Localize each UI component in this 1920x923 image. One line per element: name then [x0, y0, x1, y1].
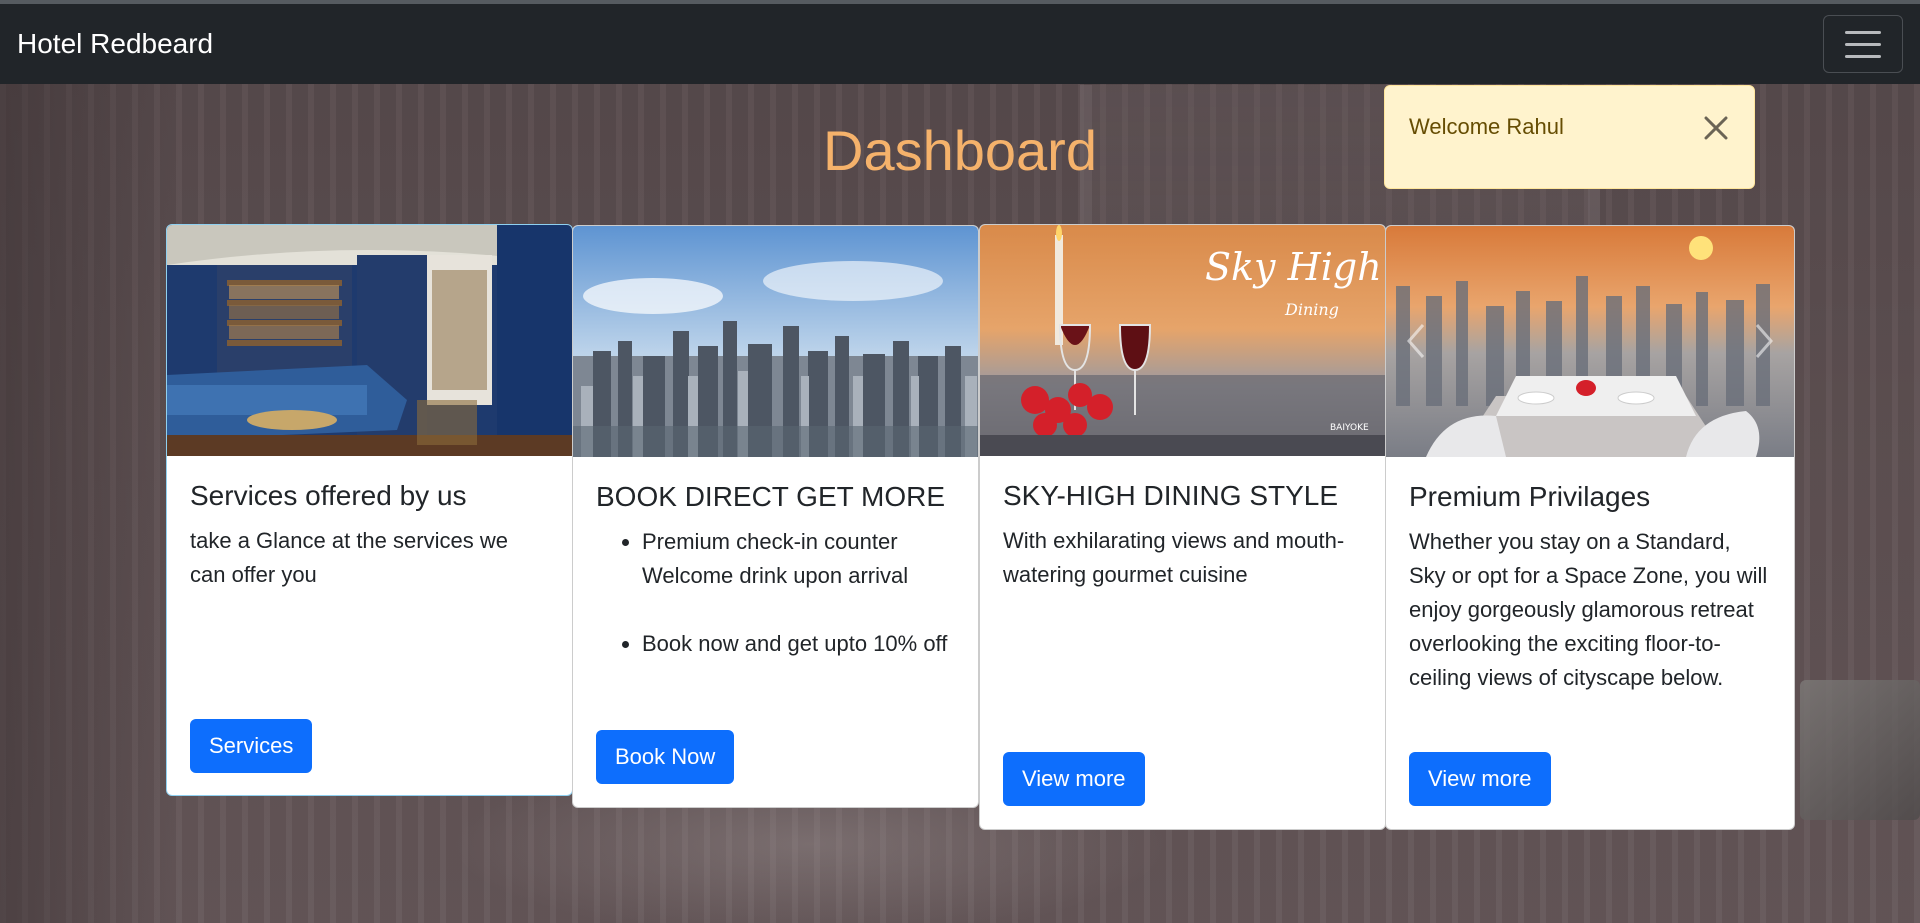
script-title: Sky High — [1205, 245, 1382, 289]
card-text: With exhilarating views and mouth-wateri… — [1003, 528, 1345, 587]
chevron-left-icon[interactable] — [1401, 316, 1431, 366]
card-title: SKY-HIGH DINING STYLE — [1003, 480, 1339, 511]
chevron-right-icon[interactable] — [1749, 316, 1779, 366]
card-body: SKY-HIGH DINING STYLE With exhilarating … — [980, 456, 1385, 592]
close-icon[interactable] — [1698, 110, 1734, 146]
card-body: Premium Privilages Whether you stay on a… — [1386, 457, 1794, 695]
alert-message: Welcome Rahul — [1409, 114, 1564, 139]
welcome-alert: Welcome Rahul — [1384, 85, 1755, 189]
list-item: Premium check-in counter Welcome drink u… — [642, 525, 955, 593]
card-text: Whether you stay on a Standard, Sky or o… — [1409, 529, 1768, 690]
card-title: BOOK DIRECT GET MORE — [596, 481, 946, 512]
card-body: BOOK DIRECT GET MORE Premium check-in co… — [573, 457, 978, 661]
book-now-button[interactable]: Book Now — [596, 730, 735, 784]
navbar-brand[interactable]: Hotel Redbeard — [17, 28, 213, 60]
brand-logo-text: BAIYOKE — [1330, 423, 1369, 433]
script-subtitle: Dining — [1284, 300, 1339, 319]
view-more-dining-button[interactable]: View more — [1003, 752, 1145, 806]
background-device — [1800, 680, 1920, 820]
perks-list: Premium check-in counter Welcome drink u… — [596, 525, 955, 661]
list-item: Book now and get upto 10% off — [642, 627, 955, 661]
card-image-wine-sunset: Sky High Dining BAIYOKE — [980, 225, 1385, 456]
card-image-rooftop — [1386, 226, 1794, 457]
navbar-toggler[interactable] — [1823, 15, 1903, 73]
card-text: take a Glance at the services we can off… — [190, 528, 508, 587]
view-more-privileges-button[interactable]: View more — [1409, 752, 1551, 806]
card-sky-high-dining: Sky High Dining BAIYOKE SKY-HIGH DINING … — [979, 224, 1386, 830]
card-title: Premium Privilages — [1409, 481, 1651, 512]
navbar: Hotel Redbeard — [0, 4, 1920, 84]
card-body: Services offered by us take a Glance at … — [167, 456, 572, 592]
card-image-library — [167, 225, 572, 456]
card-title: Services offered by us — [190, 480, 467, 511]
services-button[interactable]: Services — [190, 719, 313, 773]
card-services: Services offered by us take a Glance at … — [166, 224, 573, 796]
card-premium-privileges: Premium Privilages Whether you stay on a… — [1385, 225, 1795, 830]
card-book-direct: BOOK DIRECT GET MORE Premium check-in co… — [572, 225, 979, 808]
card-image-skyline — [573, 226, 978, 457]
hamburger-icon — [1845, 30, 1881, 34]
